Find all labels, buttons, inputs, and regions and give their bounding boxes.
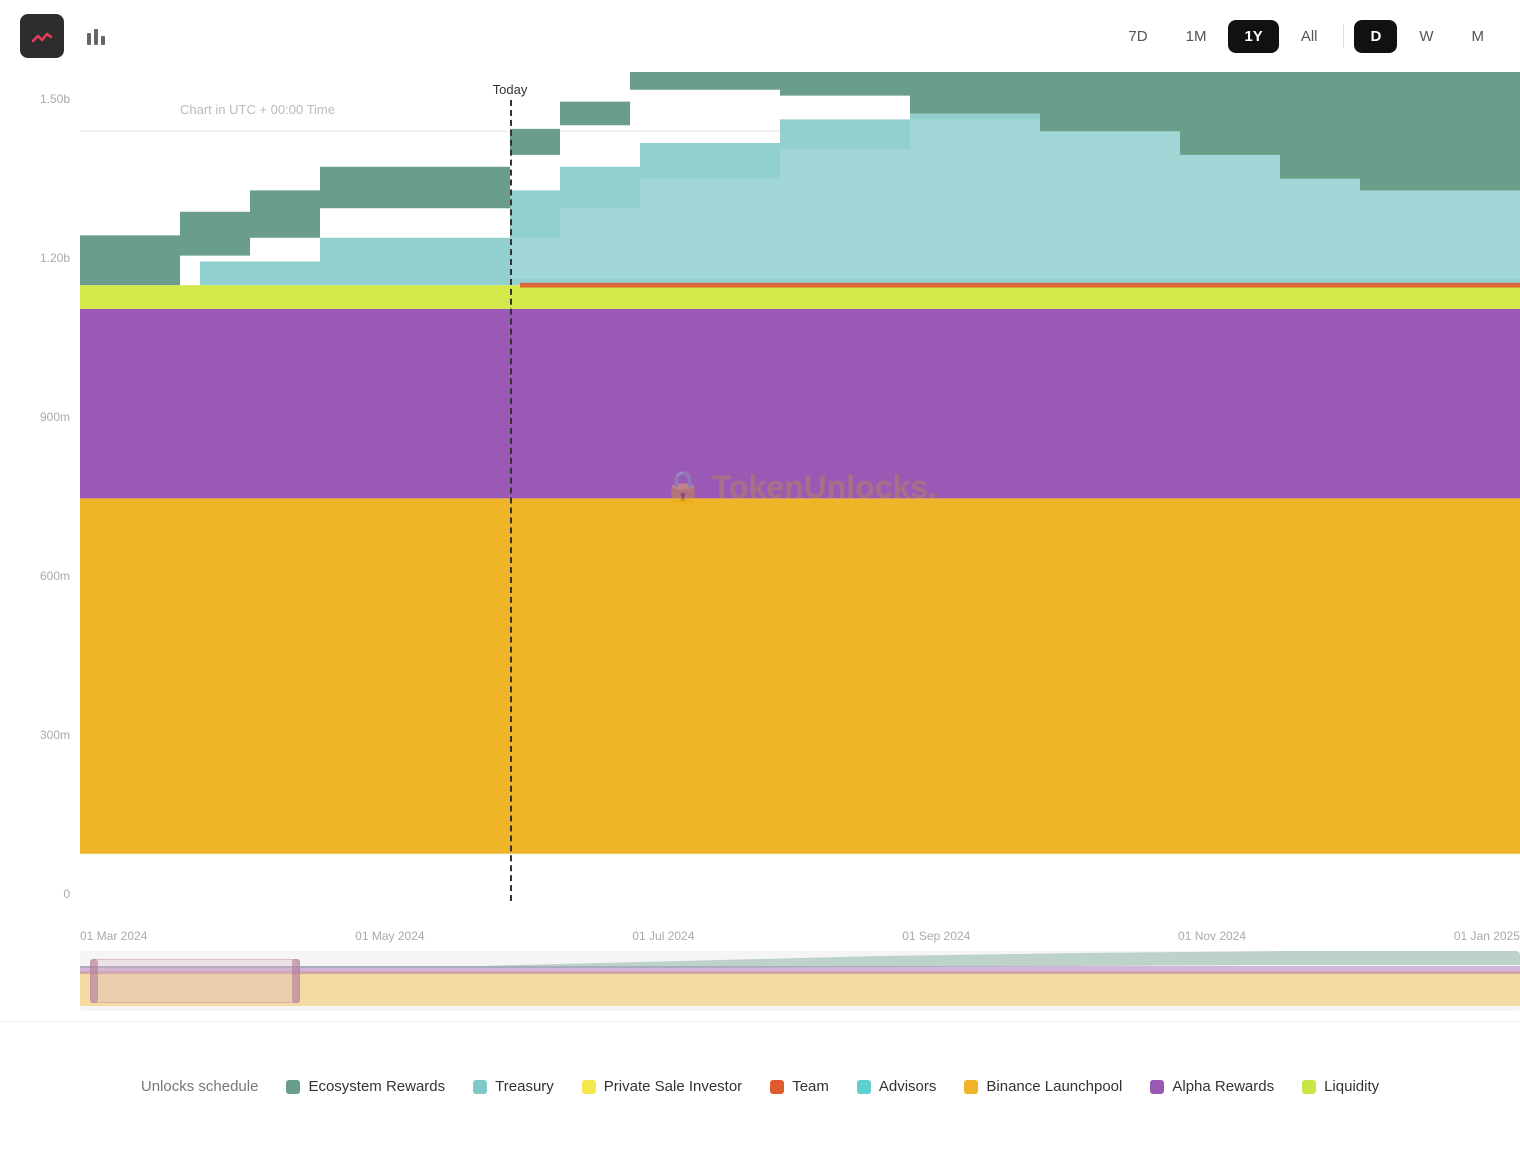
y-label-120: 1.20b [10,251,70,265]
legend-label-advisors: Advisors [879,1078,937,1095]
interval-m-button[interactable]: M [1456,20,1501,53]
chart-area: 1.50b 1.20b 900m 600m 300m 0 Chart in UT… [0,72,1520,951]
header: 7D 1M 1Y All D W M [0,0,1520,72]
header-left [20,14,118,58]
y-label-0: 0 [10,887,70,901]
y-label-300: 300m [10,728,70,742]
chart-svg [80,72,1520,901]
legend-label-binance: Binance Launchpool [986,1078,1122,1095]
x-label-nov: 01 Nov 2024 [1178,929,1246,943]
y-label-150: 1.50b [10,92,70,106]
today-label: Today [493,82,528,97]
bar-chart-button[interactable] [74,14,118,58]
legend-item-binance: Binance Launchpool [964,1078,1122,1095]
x-label-jul: 01 Jul 2024 [632,929,694,943]
legend-label-team: Team [792,1078,829,1095]
legend-dot-binance [964,1080,978,1094]
legend-item-liquidity: Liquidity [1302,1078,1379,1095]
time-1y-button[interactable]: 1Y [1228,20,1278,53]
legend-item-treasury: Treasury [473,1078,554,1095]
scrollbar-handle-left[interactable] [90,959,98,1003]
legend-label-alpha: Alpha Rewards [1172,1078,1274,1095]
y-label-900: 900m [10,410,70,424]
legend-label-treasury: Treasury [495,1078,554,1095]
legend-dot-team [770,1080,784,1094]
y-axis: 1.50b 1.20b 900m 600m 300m 0 [0,72,80,901]
scrollbar-handle-right[interactable] [292,959,300,1003]
legend-label-liquidity: Liquidity [1324,1078,1379,1095]
scrollbar-track[interactable] [80,951,1520,1011]
chart-inner: 1.50b 1.20b 900m 600m 300m 0 Chart in UT… [0,72,1520,951]
legend-dot-advisors [857,1080,871,1094]
x-label-sep: 01 Sep 2024 [902,929,970,943]
x-axis: 01 Mar 2024 01 May 2024 01 Jul 2024 01 S… [80,901,1520,951]
legend-area: Unlocks schedule Ecosystem Rewards Treas… [0,1021,1520,1151]
legend-dot-ecosystem [286,1080,300,1094]
x-label-jan: 01 Jan 2025 [1454,929,1520,943]
legend-dot-liquidity [1302,1080,1316,1094]
logo-button[interactable] [20,14,64,58]
header-right: 7D 1M 1Y All D W M [1112,20,1500,53]
x-label-may: 01 May 2024 [355,929,424,943]
legend-dot-treasury [473,1080,487,1094]
chart-subtitle: Chart in UTC + 00:00 Time [180,102,335,117]
legend-label-ecosystem: Ecosystem Rewards [308,1078,445,1095]
time-all-button[interactable]: All [1285,20,1334,53]
interval-d-button[interactable]: D [1354,20,1397,53]
time-7d-button[interactable]: 7D [1112,20,1163,53]
legend-item-private-sale: Private Sale Investor [582,1078,742,1095]
legend-title: Unlocks schedule [141,1078,259,1095]
scrollbar-area[interactable] [80,951,1520,1011]
chart-canvas[interactable]: Chart in UTC + 00:00 Time Today 🔒 TokenU… [80,72,1520,901]
legend-item-team: Team [770,1078,829,1095]
legend-dot-alpha [1150,1080,1164,1094]
y-label-600: 600m [10,569,70,583]
time-1m-button[interactable]: 1M [1170,20,1223,53]
legend-item-advisors: Advisors [857,1078,937,1095]
separator [1343,24,1344,48]
interval-w-button[interactable]: W [1403,20,1449,53]
legend-label-private-sale: Private Sale Investor [604,1078,742,1095]
legend-dot-private-sale [582,1080,596,1094]
x-label-mar: 01 Mar 2024 [80,929,147,943]
legend-item-alpha: Alpha Rewards [1150,1078,1274,1095]
legend-item-ecosystem: Ecosystem Rewards [286,1078,445,1095]
scrollbar-fill[interactable] [90,959,300,1003]
today-line [510,100,512,901]
